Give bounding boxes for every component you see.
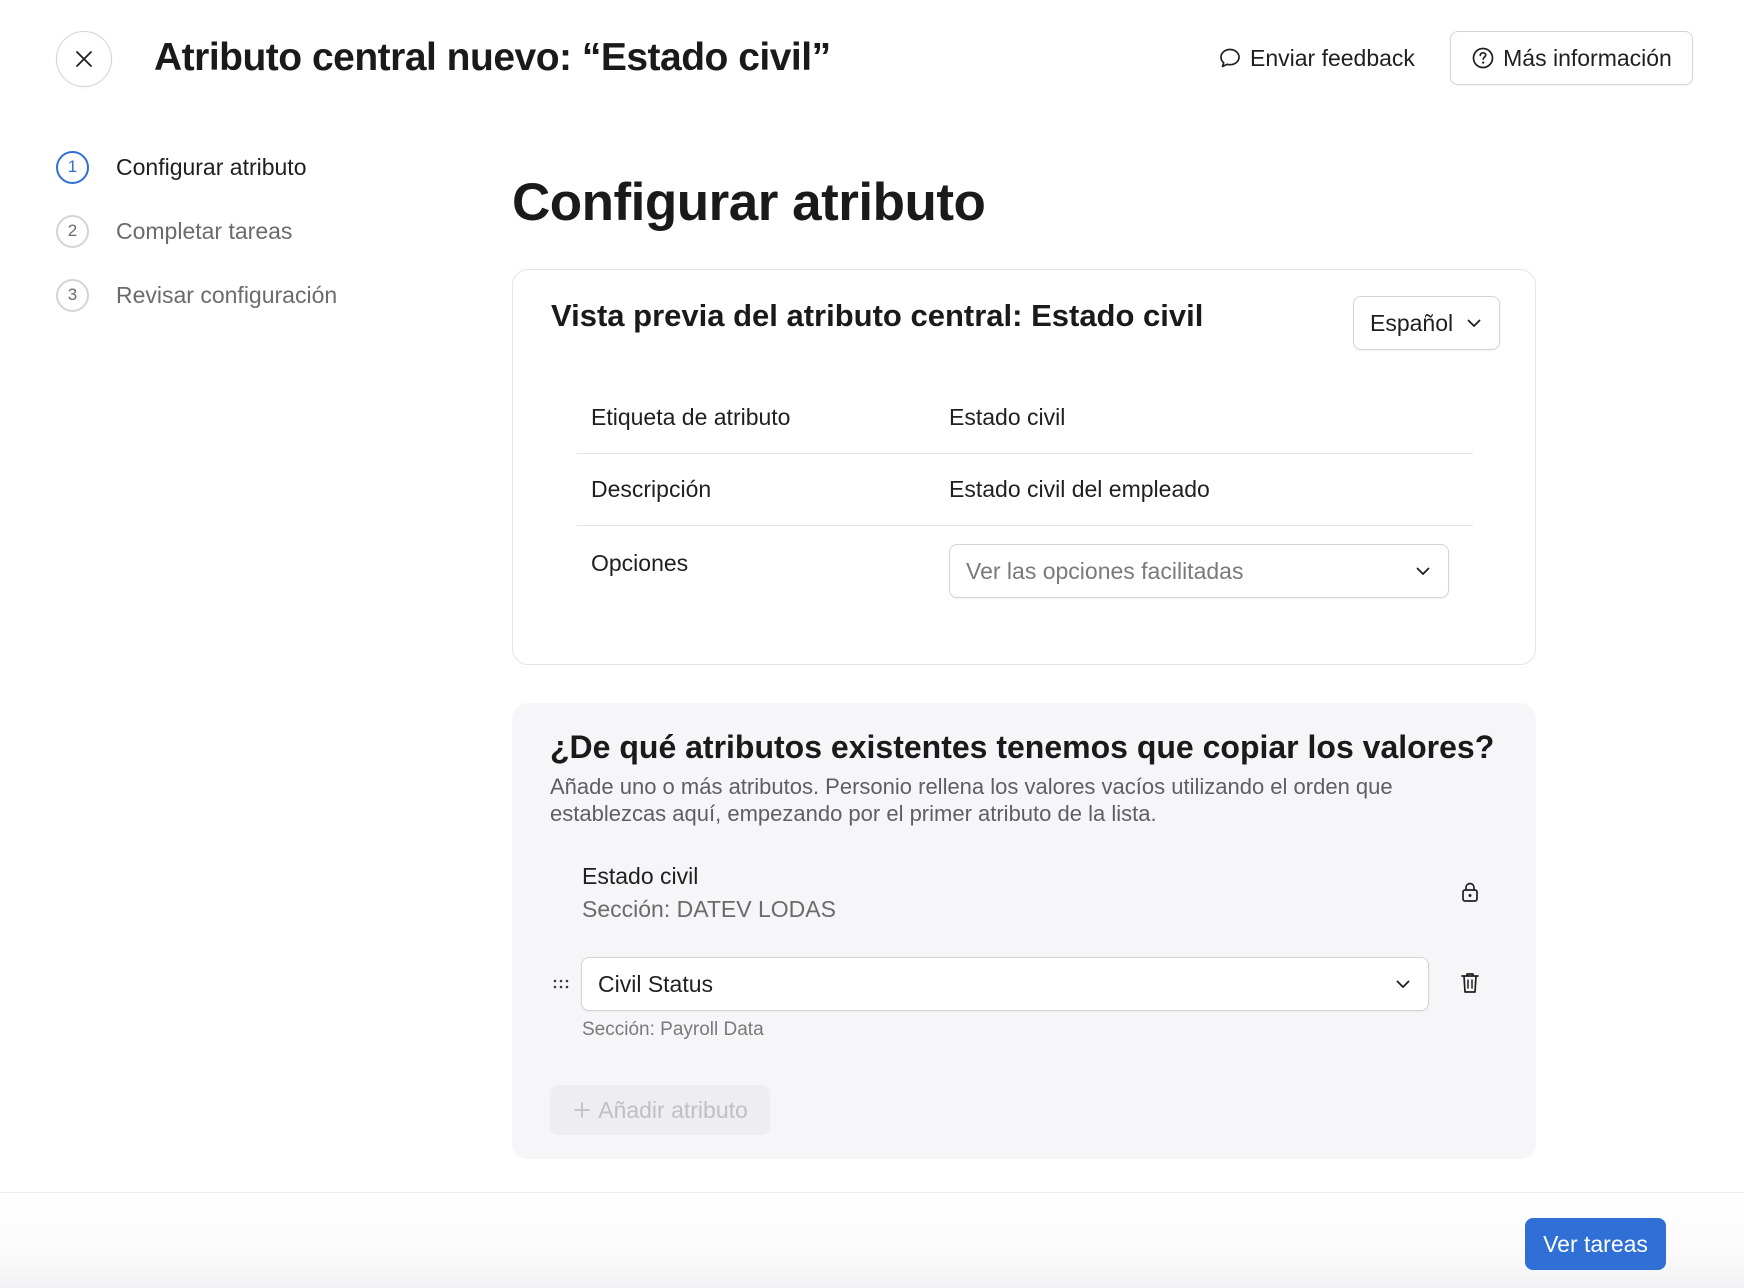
question-circle-icon bbox=[1472, 47, 1494, 69]
copy-description: Añade uno o más atributos. Personio rell… bbox=[550, 774, 1393, 826]
close-button[interactable] bbox=[56, 31, 112, 87]
locked-attribute-section: Sección: DATEV LODAS bbox=[582, 896, 836, 922]
options-placeholder: Ver las opciones facilitadas bbox=[966, 557, 1244, 584]
stepper: 1 Configurar atributo 2 Completar tareas… bbox=[56, 150, 337, 342]
copy-title: ¿De qué atributos existentes tenemos que… bbox=[550, 729, 1495, 765]
step-label: Completar tareas bbox=[116, 217, 293, 244]
more-info-button[interactable]: Más información bbox=[1450, 31, 1693, 85]
step-number: 3 bbox=[56, 278, 89, 312]
footer-bar bbox=[0, 1192, 1744, 1288]
row-label: Opciones bbox=[591, 550, 689, 576]
locked-attribute: Estado civil Sección: DATEV LODAS bbox=[582, 863, 836, 923]
row-label: Etiqueta de atributo bbox=[591, 404, 791, 430]
more-info-label: Más información bbox=[1503, 44, 1672, 71]
step-configure[interactable]: 1 Configurar atributo bbox=[56, 150, 337, 184]
language-select[interactable]: Español bbox=[1353, 296, 1500, 350]
locked-attribute-name: Estado civil bbox=[582, 863, 699, 889]
row-value: Estado civil bbox=[949, 404, 1066, 430]
language-value: Español bbox=[1370, 309, 1454, 336]
main-title: Configurar atributo bbox=[512, 173, 986, 232]
step-label: Revisar configuración bbox=[116, 281, 338, 308]
preview-row: Etiqueta de atributo Estado civil bbox=[577, 382, 1473, 454]
options-select[interactable]: Ver las opciones facilitadas bbox=[949, 544, 1449, 598]
row-label: Descripción bbox=[591, 476, 712, 502]
step-review[interactable]: 3 Revisar configuración bbox=[56, 278, 337, 312]
step-complete-tasks[interactable]: 2 Completar tareas bbox=[56, 214, 337, 248]
close-icon bbox=[76, 51, 92, 67]
step-label: Configurar atributo bbox=[116, 153, 307, 180]
copy-values-card: ¿De qué atributos existentes tenemos que… bbox=[512, 703, 1536, 1159]
chevron-down-icon bbox=[1396, 980, 1410, 988]
chevron-down-icon bbox=[1467, 319, 1481, 327]
add-attribute-label: Añadir atributo bbox=[598, 1096, 748, 1123]
drag-handle-icon[interactable] bbox=[552, 979, 570, 991]
preview-row: Opciones Ver las opciones facilitadas bbox=[577, 526, 1473, 622]
chevron-down-icon bbox=[1416, 567, 1430, 575]
step-number: 1 bbox=[56, 150, 89, 184]
step-number: 2 bbox=[56, 214, 89, 248]
preview-row: Descripción Estado civil del empleado bbox=[577, 454, 1473, 526]
lock-icon bbox=[1462, 882, 1478, 902]
attribute-select[interactable]: Civil Status bbox=[581, 957, 1429, 1011]
attribute-select-value: Civil Status bbox=[598, 970, 714, 997]
attribute-section: Sección: Payroll Data bbox=[582, 1019, 764, 1040]
preview-card: Vista previa del atributo central: Estad… bbox=[512, 269, 1536, 665]
feedback-label: Enviar feedback bbox=[1250, 44, 1415, 71]
add-attribute-button[interactable]: Añadir atributo bbox=[550, 1085, 770, 1135]
preview-table: Etiqueta de atributo Estado civil Descri… bbox=[577, 382, 1473, 622]
trash-icon[interactable] bbox=[1460, 971, 1480, 995]
plus-icon bbox=[574, 1102, 591, 1118]
preview-title: Vista previa del atributo central: Estad… bbox=[551, 298, 1204, 333]
view-tasks-button[interactable]: Ver tareas bbox=[1525, 1218, 1666, 1270]
row-value: Estado civil del empleado bbox=[949, 476, 1210, 502]
feedback-link[interactable]: Enviar feedback bbox=[1218, 40, 1415, 76]
chat-bubble-icon bbox=[1220, 48, 1240, 68]
page-header-title: Atributo central nuevo: “Estado civil” bbox=[154, 36, 831, 79]
